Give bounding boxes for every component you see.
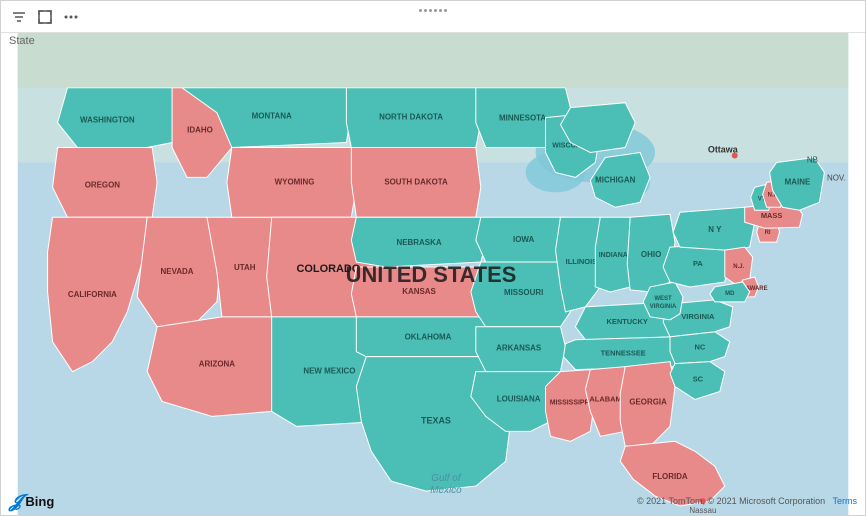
svg-text:WASHINGTON: WASHINGTON [80,116,135,125]
svg-text:NORTH DAKOTA: NORTH DAKOTA [379,113,443,122]
svg-text:N.J.: N.J. [733,264,744,270]
svg-text:KENTUCKY: KENTUCKY [606,317,647,326]
drag-handle[interactable] [419,9,447,12]
svg-text:FLORIDA: FLORIDA [652,472,688,481]
map-area[interactable]: WASHINGTON OREGON CALIFORNIA IDAHO NEVAD… [1,33,865,515]
svg-text:ARIZONA: ARIZONA [199,360,235,369]
svg-text:Gulf of: Gulf of [431,473,462,484]
svg-text:N Y: N Y [708,225,722,234]
svg-text:NEW MEXICO: NEW MEXICO [303,367,355,376]
svg-text:KANSAS: KANSAS [402,287,436,296]
terms-link[interactable]: Terms [833,496,858,506]
svg-text:UTAH: UTAH [234,263,256,272]
svg-text:VIRGINIA: VIRGINIA [681,312,715,321]
svg-text:GEORGIA: GEORGIA [629,397,667,406]
svg-text:ILLINOIS: ILLINOIS [566,257,597,266]
bottom-bar: 𝓙 Bing © 2021 TomTom, © 2021 Microsoft C… [1,487,865,515]
svg-text:ARKANSAS: ARKANSAS [496,344,541,353]
svg-text:MAINE: MAINE [785,177,811,186]
svg-text:UNITED STATES: UNITED STATES [346,262,517,287]
svg-text:TENNESSEE: TENNESSEE [601,349,646,358]
svg-text:MASS: MASS [761,211,783,220]
toolbar [1,1,865,33]
svg-text:NOV.: NOV. [827,173,846,182]
filter-icon[interactable] [9,7,29,27]
svg-text:WEST: WEST [654,296,672,302]
svg-text:IDAHO: IDAHO [187,126,213,135]
svg-text:NEVADA: NEVADA [161,267,194,276]
svg-text:SC: SC [693,375,704,384]
more-options-icon[interactable] [61,7,81,27]
state-label: State [9,35,35,47]
svg-text:MD: MD [725,291,735,297]
bing-logo: 𝓙 Bing [9,491,54,512]
svg-text:MISSOURI: MISSOURI [504,288,543,297]
svg-text:RI: RI [765,230,771,236]
svg-text:PA: PA [693,259,703,268]
bing-label: Bing [25,494,54,509]
svg-text:MICHIGAN: MICHIGAN [595,175,635,184]
bing-icon: 𝓙 [9,491,21,512]
svg-text:LOUISIANA: LOUISIANA [497,394,541,403]
svg-text:VIRGINIA: VIRGINIA [650,304,677,310]
copyright-text: © 2021 TomTom, © 2021 Microsoft Corporat… [637,496,857,506]
svg-text:CALIFORNIA: CALIFORNIA [68,290,117,299]
svg-text:IOWA: IOWA [513,235,534,244]
svg-text:MISSISSIPPI: MISSISSIPPI [550,399,592,406]
svg-text:OKLAHOMA: OKLAHOMA [405,333,452,342]
svg-text:OREGON: OREGON [85,180,121,189]
svg-text:NB: NB [807,155,818,164]
svg-text:MONTANA: MONTANA [252,112,292,121]
expand-icon[interactable] [35,7,55,27]
svg-text:NEBRASKA: NEBRASKA [397,238,442,247]
svg-text:OHIO: OHIO [641,250,661,259]
svg-text:NC: NC [695,343,706,352]
svg-text:INDIANA: INDIANA [599,252,628,259]
svg-text:MINNESOTA: MINNESOTA [499,114,546,123]
svg-text:WYOMING: WYOMING [275,177,315,186]
map-container: State WASHINGTON OREGON CALIFORNIA IDAHO [0,0,866,516]
svg-text:TEXAS: TEXAS [421,415,451,425]
toolbar-actions [9,7,81,27]
svg-text:SOUTH DAKOTA: SOUTH DAKOTA [384,177,448,186]
